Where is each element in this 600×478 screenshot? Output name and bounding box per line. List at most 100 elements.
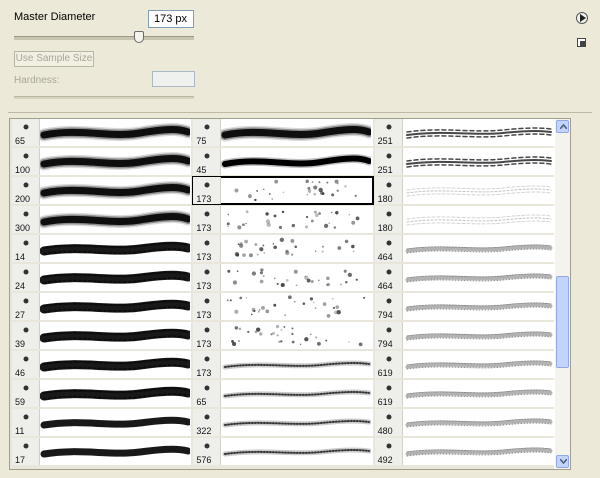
brush-tip-preview: 100 — [12, 148, 40, 175]
brush-tip-preview: 464 — [374, 235, 403, 262]
stroke-preview-icon — [227, 210, 360, 230]
brush-row: 300 173 180 — [10, 206, 554, 233]
brush-preset[interactable]: 173 — [193, 264, 373, 291]
brush-size-label: 322 — [196, 426, 212, 436]
stroke-preview-icon — [235, 237, 355, 258]
brush-preset[interactable]: 100 — [12, 148, 192, 175]
scroll-up-button[interactable] — [556, 120, 569, 133]
brush-preset[interactable]: 576 — [193, 438, 373, 465]
brush-preset[interactable]: 251 — [374, 148, 554, 175]
brush-size-label: 619 — [377, 368, 393, 378]
use-sample-size-button[interactable]: Use Sample Size — [14, 51, 94, 67]
brush-preset[interactable]: 200 — [12, 177, 192, 204]
brush-preset[interactable]: 173 — [193, 235, 373, 262]
stroke-preview-icon — [40, 210, 190, 229]
brush-preset[interactable]: 45 — [193, 148, 373, 175]
brush-preset[interactable]: 14 — [12, 235, 192, 262]
brush-tip-preview: 173 — [193, 235, 222, 262]
brush-stroke-preview — [40, 409, 191, 436]
brush-row: 100 45 251 — [10, 148, 554, 175]
brush-tip-preview: 794 — [374, 293, 403, 320]
stroke-preview-icon — [231, 324, 363, 347]
brush-size-label: 39 — [15, 339, 26, 349]
brush-preset[interactable]: 65 — [12, 119, 192, 146]
brush-preset[interactable]: 17 — [12, 438, 192, 465]
brush-preset[interactable]: 11 — [12, 409, 192, 436]
brush-preset[interactable]: 180 — [374, 177, 554, 204]
stroke-preview-icon — [406, 214, 552, 226]
brush-preset[interactable]: 24 — [12, 264, 192, 291]
stroke-preview-icon — [40, 123, 190, 142]
brush-tip-icon — [204, 327, 210, 333]
master-diameter-field[interactable]: 173 px — [148, 10, 194, 28]
stroke-preview-icon — [405, 273, 553, 283]
brush-tip-icon — [23, 356, 29, 362]
brush-preset[interactable]: 180 — [374, 206, 554, 233]
brush-preset[interactable]: 65 — [193, 380, 373, 407]
brush-tip-icon — [386, 182, 392, 188]
brush-tip-icon — [386, 298, 392, 304]
brush-tip-icon — [386, 327, 392, 333]
brush-preset[interactable]: 794 — [374, 293, 554, 320]
brush-preset[interactable]: 173 — [192, 176, 374, 205]
brush-stroke-preview — [40, 380, 191, 407]
brush-preset[interactable]: 322 — [193, 409, 373, 436]
slider-thumb[interactable] — [134, 31, 145, 43]
brush-tip-icon — [23, 211, 29, 217]
hardness-slider[interactable] — [14, 96, 194, 99]
brush-tip-icon — [23, 182, 29, 188]
brush-tip-icon — [204, 269, 210, 275]
brush-tip-preview: 27 — [12, 293, 40, 320]
brush-stroke-preview — [403, 264, 554, 291]
brush-tip-preview: 322 — [193, 409, 222, 436]
brush-preset[interactable]: 619 — [374, 351, 554, 378]
brush-tip-preview: 65 — [12, 119, 40, 146]
brush-preset[interactable]: 300 — [12, 206, 192, 233]
stroke-preview-icon — [405, 418, 553, 428]
brush-tip-icon — [204, 124, 210, 130]
brush-tip-icon — [23, 385, 29, 391]
vertical-scrollbar[interactable] — [555, 119, 570, 469]
brush-row: 24 173 464 — [10, 264, 554, 291]
brush-tip-icon — [23, 327, 29, 333]
brush-preset[interactable]: 173 — [193, 322, 373, 349]
brush-size-label: 619 — [377, 397, 393, 407]
brush-tip-preview: 173 — [193, 293, 222, 320]
brush-size-label: 492 — [377, 455, 393, 465]
play-circle-icon[interactable] — [576, 12, 588, 24]
master-diameter-slider[interactable] — [14, 36, 194, 40]
brush-stroke-preview — [403, 380, 554, 407]
brush-tip-icon — [204, 298, 210, 304]
new-preset-icon[interactable] — [577, 38, 586, 47]
scroll-down-button[interactable] — [556, 455, 569, 468]
brush-preset[interactable]: 173 — [193, 351, 373, 378]
scroll-thumb[interactable] — [556, 275, 569, 368]
stroke-preview-icon — [40, 328, 190, 343]
brush-tip-icon — [23, 269, 29, 275]
brush-preset[interactable]: 619 — [374, 380, 554, 407]
brush-preset[interactable]: 173 — [193, 293, 373, 320]
brush-stroke-preview — [403, 351, 554, 378]
hardness-field[interactable] — [152, 71, 195, 87]
brush-preset[interactable]: 492 — [374, 438, 554, 465]
stroke-preview-icon — [227, 268, 359, 288]
brush-preset[interactable]: 27 — [12, 293, 192, 320]
brush-preset[interactable]: 480 — [374, 409, 554, 436]
brush-stroke-preview — [403, 177, 554, 204]
brush-preset[interactable]: 464 — [374, 235, 554, 262]
brush-preset[interactable]: 794 — [374, 322, 554, 349]
brush-stroke-preview — [221, 380, 372, 407]
brush-preset[interactable]: 59 — [12, 380, 192, 407]
brush-tip-icon — [386, 240, 392, 246]
brush-preset[interactable]: 251 — [374, 119, 554, 146]
brush-size-label: 65 — [196, 397, 207, 407]
brush-tip-preview: 14 — [12, 235, 40, 262]
stroke-preview-icon — [222, 389, 372, 399]
chevron-down-icon — [560, 459, 567, 464]
brush-preset[interactable]: 173 — [193, 206, 373, 233]
brush-preset[interactable]: 464 — [374, 264, 554, 291]
brush-preset[interactable]: 46 — [12, 351, 192, 378]
stroke-preview-icon — [40, 416, 190, 429]
brush-preset[interactable]: 39 — [12, 322, 192, 349]
brush-preset[interactable]: 75 — [193, 119, 373, 146]
